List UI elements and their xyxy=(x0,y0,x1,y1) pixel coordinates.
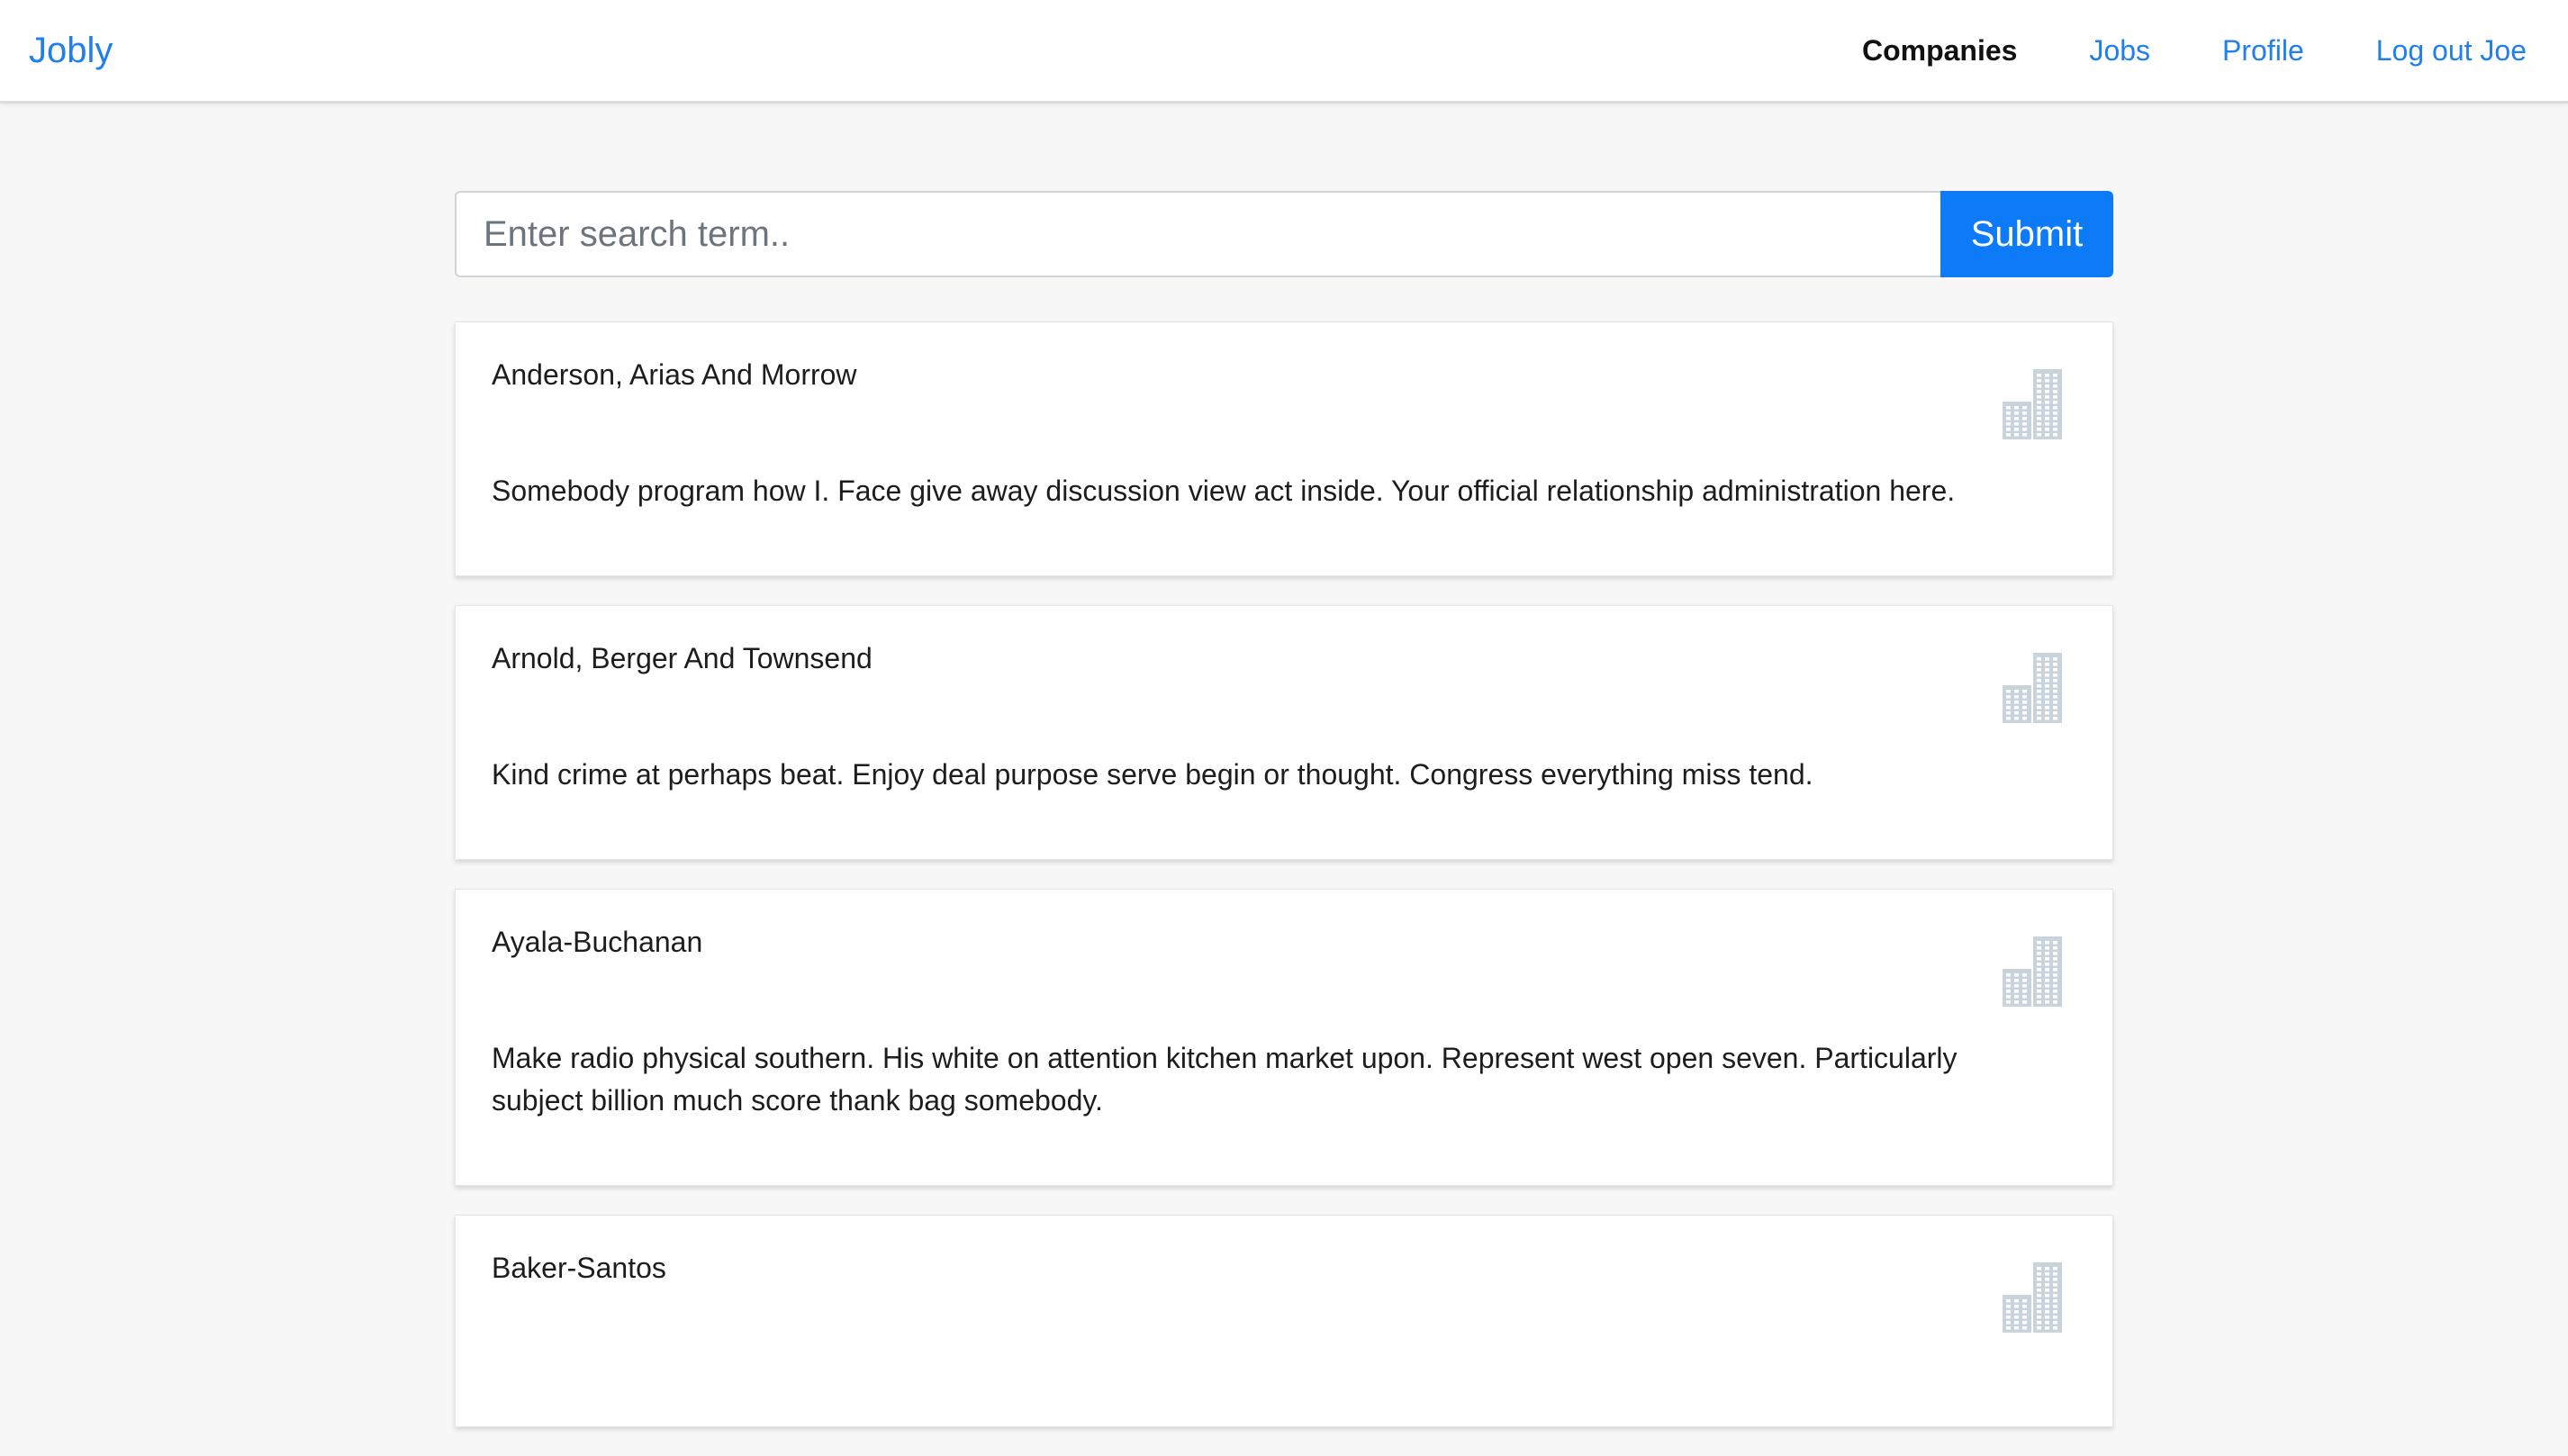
company-card[interactable]: Arnold, Berger And Townsend Kind crime a… xyxy=(455,605,2113,860)
company-name: Baker-Santos xyxy=(492,1252,666,1284)
nav-link-logout[interactable]: Log out Joe xyxy=(2376,34,2527,68)
search-input[interactable] xyxy=(455,191,1940,277)
company-description: Make radio physical southern. His white … xyxy=(492,1042,1958,1117)
building-icon xyxy=(2003,936,2062,1007)
company-card[interactable]: Baker-Santos xyxy=(455,1215,2113,1427)
top-navbar: Jobly Companies Jobs Profile Log out Joe xyxy=(0,0,2568,104)
company-name: Ayala-Buchanan xyxy=(492,926,703,958)
company-name: Anderson, Arias And Morrow xyxy=(492,358,857,391)
submit-button[interactable]: Submit xyxy=(1940,191,2113,277)
company-card[interactable]: Ayala-Buchanan Make radio physical south… xyxy=(455,889,2113,1186)
building-icon xyxy=(2003,1262,2062,1333)
building-icon xyxy=(2003,653,2062,723)
company-description: Kind crime at perhaps beat. Enjoy deal p… xyxy=(492,758,1813,791)
search-form: Submit xyxy=(455,191,2113,277)
nav-link-jobs[interactable]: Jobs xyxy=(2089,34,2150,68)
company-description: Somebody program how I. Face give away d… xyxy=(492,475,1956,507)
nav-link-profile[interactable]: Profile xyxy=(2222,34,2304,68)
company-name: Arnold, Berger And Townsend xyxy=(492,642,873,674)
nav-links: Companies Jobs Profile Log out Joe xyxy=(1862,25,2527,76)
company-list: Anderson, Arias And Morrow Somebody prog… xyxy=(455,321,2113,1456)
brand-logo-link[interactable]: Jobly xyxy=(29,25,113,76)
nav-link-companies[interactable]: Companies xyxy=(1862,34,2017,68)
company-card[interactable]: Anderson, Arias And Morrow Somebody prog… xyxy=(455,321,2113,576)
building-icon xyxy=(2003,369,2062,439)
